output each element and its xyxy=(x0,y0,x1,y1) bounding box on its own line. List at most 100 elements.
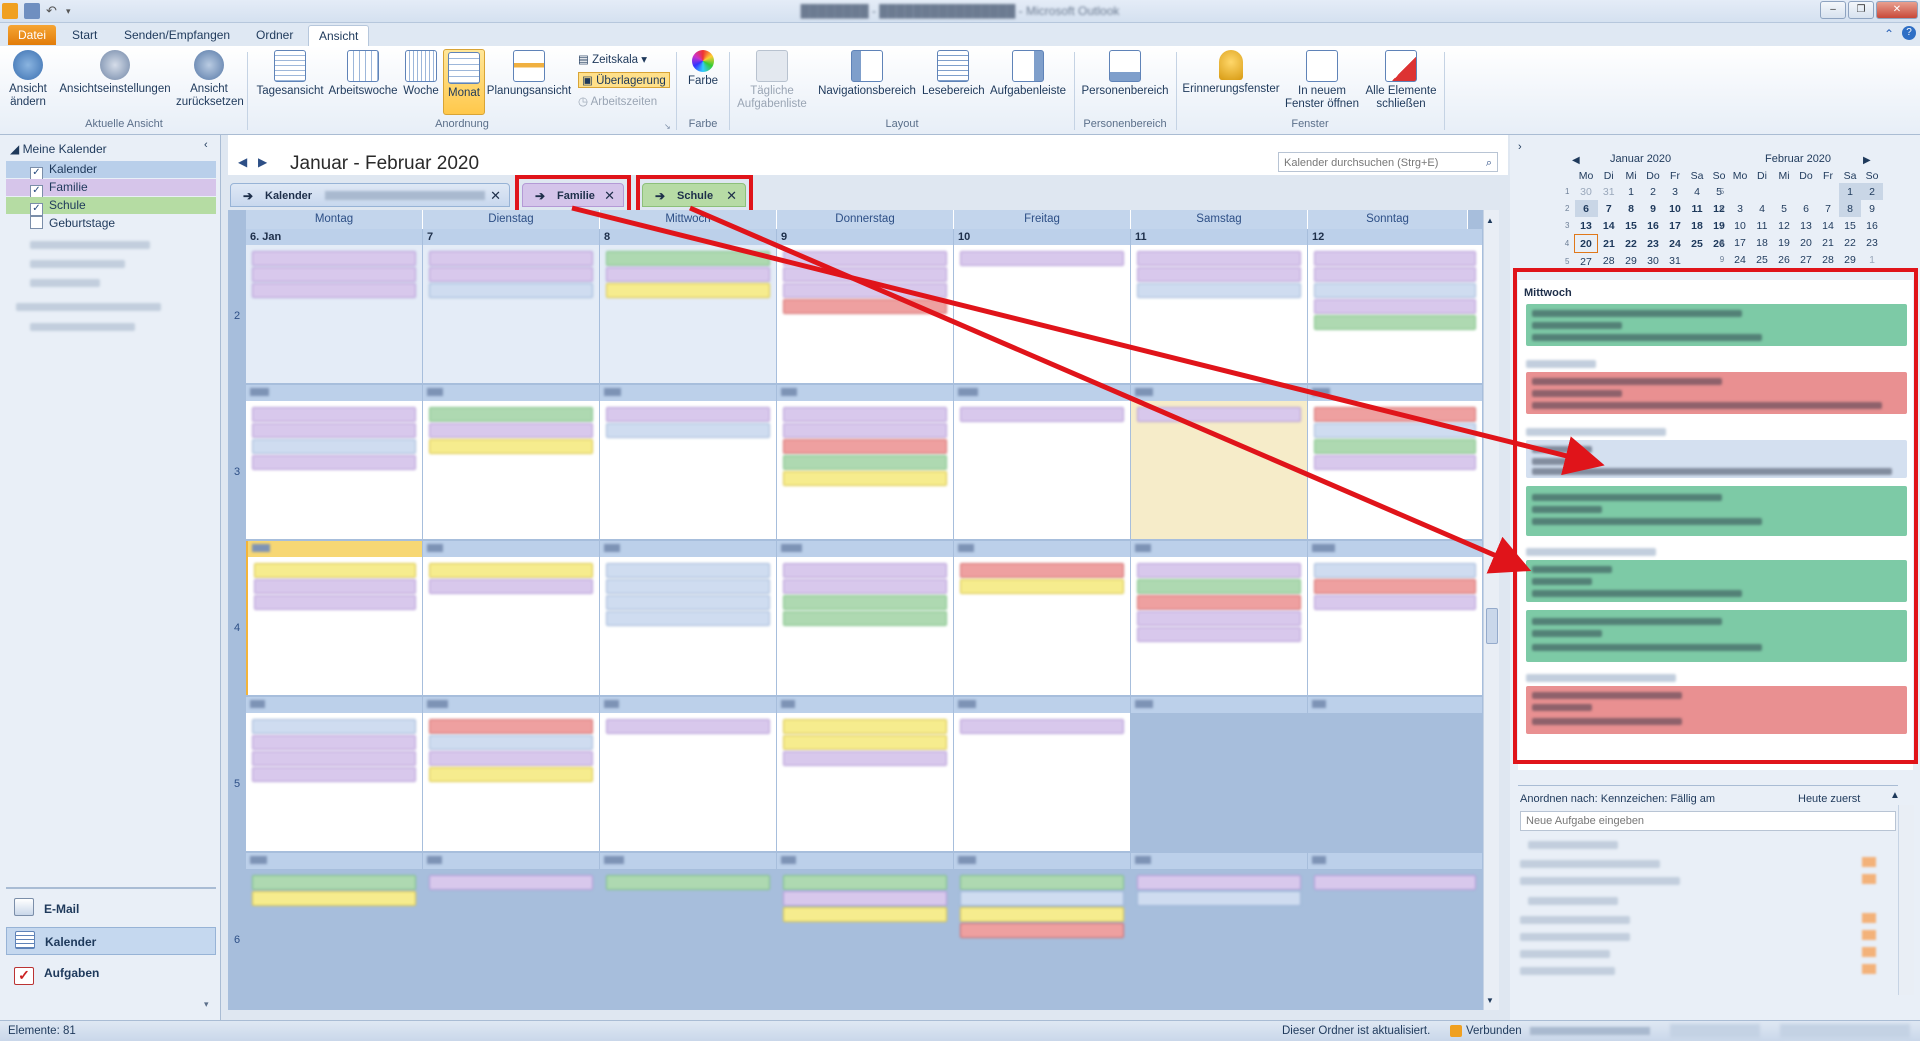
minical-day[interactable]: 25 xyxy=(1686,235,1708,253)
calendar-event[interactable] xyxy=(252,407,416,422)
calendar-item-schule[interactable]: ✓ Schule xyxy=(6,197,216,216)
calendar-event[interactable] xyxy=(429,735,593,750)
minical-day[interactable]: 29 xyxy=(1839,251,1861,268)
minical-day[interactable]: 4 xyxy=(1686,183,1708,200)
minical-day[interactable]: 9 xyxy=(1861,200,1883,217)
calendar-event[interactable] xyxy=(783,267,947,282)
flag-icon[interactable] xyxy=(1862,874,1876,884)
day-cell[interactable]: 12 xyxy=(1308,229,1483,383)
calendar-event[interactable] xyxy=(606,595,770,610)
monat-button[interactable]: Monat xyxy=(443,49,485,115)
calendar-search-input[interactable]: Kalender durchsuchen (Strg+E) ⌕ xyxy=(1278,152,1498,172)
day-cell[interactable] xyxy=(777,697,954,851)
scroll-down-icon[interactable]: ▼ xyxy=(1486,996,1494,1005)
minical-day[interactable]: 1 xyxy=(1620,183,1642,200)
alle-elemente-schliessen-button[interactable]: Alle Elemente schließen xyxy=(1364,50,1438,111)
calendar-event[interactable] xyxy=(429,875,593,890)
day-cell[interactable]: 10 xyxy=(954,229,1131,383)
day-cell[interactable] xyxy=(777,853,954,1007)
day-cell[interactable] xyxy=(600,385,777,539)
minimize-ribbon-icon[interactable]: ⌃ xyxy=(1884,27,1894,41)
minical-day[interactable]: 8 xyxy=(1620,200,1642,217)
tagesansicht-button[interactable]: Tagesansicht xyxy=(254,50,326,98)
navigationsbereich-button[interactable]: Navigationsbereich xyxy=(818,50,916,98)
planungsansicht-button[interactable]: Planungsansicht xyxy=(486,50,572,98)
calendar-event[interactable] xyxy=(1137,891,1301,906)
minical-day[interactable]: 28 xyxy=(1817,251,1839,268)
minical-day[interactable]: 5 xyxy=(1773,200,1795,217)
calendar-event[interactable] xyxy=(1137,611,1301,626)
day-cell[interactable] xyxy=(954,541,1131,695)
back-arrow-icon[interactable]: ◀ xyxy=(238,155,247,169)
new-task-input[interactable]: Neue Aufgabe eingeben xyxy=(1520,811,1896,831)
calendar-event[interactable] xyxy=(783,407,947,422)
minical-day[interactable]: 9 xyxy=(1642,200,1664,217)
minical-day[interactable]: 10 xyxy=(1729,217,1751,234)
calendar-event[interactable] xyxy=(783,579,947,594)
calendar-event[interactable] xyxy=(1314,283,1476,298)
minical-day[interactable] xyxy=(1751,183,1773,200)
calendar-event[interactable] xyxy=(1137,283,1301,298)
nav-splitter[interactable] xyxy=(6,887,216,889)
calendar-event[interactable] xyxy=(606,875,770,890)
minical-day[interactable]: 20 xyxy=(1574,234,1598,253)
configure-buttons-icon[interactable]: ▾ xyxy=(204,999,209,1010)
calendar-event[interactable] xyxy=(1137,267,1301,282)
close-tab-icon[interactable]: ✕ xyxy=(490,184,501,208)
day-cell[interactable] xyxy=(600,853,777,1007)
minical-day[interactable]: 14 xyxy=(1817,217,1839,234)
tab-ordner[interactable]: Ordner xyxy=(246,25,303,45)
calendar-event[interactable] xyxy=(783,751,947,766)
calendar-event[interactable] xyxy=(429,767,593,782)
day-cell[interactable] xyxy=(246,853,423,1007)
minical-day[interactable]: 1 xyxy=(1839,183,1861,200)
day-cell[interactable] xyxy=(777,385,954,539)
calendar-item-geburtstage[interactable]: Geburtstage xyxy=(30,215,115,232)
day-cell[interactable] xyxy=(423,541,600,695)
minical-day[interactable]: 23 xyxy=(1861,234,1883,251)
day-cell[interactable] xyxy=(246,385,423,539)
minical-day[interactable]: 13 xyxy=(1575,217,1598,235)
task-scrollbar[interactable] xyxy=(1898,805,1914,995)
calendar-event[interactable] xyxy=(1137,875,1301,890)
minical-day[interactable]: 15 xyxy=(1839,217,1861,234)
minical-day[interactable]: 13 xyxy=(1795,217,1817,234)
day-cell[interactable] xyxy=(1131,853,1308,1007)
calendar-event[interactable] xyxy=(606,719,770,734)
minical-day[interactable]: 2 xyxy=(1861,183,1883,200)
calendar-item-familie[interactable]: ✓ Familie xyxy=(6,179,216,198)
calendar-event[interactable] xyxy=(429,267,593,282)
calendar-event[interactable] xyxy=(1314,579,1476,594)
calendar-event[interactable] xyxy=(429,719,593,734)
minical-day[interactable]: 7 xyxy=(1598,200,1621,217)
calendar-event[interactable] xyxy=(960,251,1124,266)
splitter[interactable] xyxy=(1518,785,1898,786)
calendar-event[interactable] xyxy=(960,719,1124,734)
day-cell[interactable] xyxy=(1308,697,1483,851)
day-cell[interactable] xyxy=(1131,385,1308,539)
calendar-event[interactable] xyxy=(1314,875,1476,890)
day-cell[interactable] xyxy=(246,541,423,695)
minical-day[interactable]: 20 xyxy=(1795,234,1817,251)
calendar-event[interactable] xyxy=(1314,251,1476,266)
calendar-event[interactable] xyxy=(429,563,593,578)
maximize-button[interactable]: ❐ xyxy=(1848,1,1874,19)
erinnerungsfenster-button[interactable]: Erinnerungsfenster xyxy=(1180,50,1282,96)
day-cell[interactable]: 9 xyxy=(777,229,954,383)
calendar-event[interactable] xyxy=(1137,627,1301,642)
minical-day[interactable]: 8 xyxy=(1839,200,1861,217)
minical-day[interactable]: 23 xyxy=(1642,235,1664,253)
arbeitswoche-button[interactable]: Arbeitswoche xyxy=(328,50,398,98)
minical-day[interactable]: 3 xyxy=(1729,200,1751,217)
calendar-event[interactable] xyxy=(1314,455,1476,470)
minical-day[interactable]: 18 xyxy=(1751,234,1773,251)
search-icon[interactable]: ⌕ xyxy=(1486,153,1492,173)
overlay-arrow-icon[interactable]: ➔ xyxy=(243,184,253,208)
collapse-nav-icon[interactable]: ‹ xyxy=(204,139,208,151)
minical-day[interactable]: 17 xyxy=(1664,217,1686,235)
calendar-event[interactable] xyxy=(252,891,416,906)
minical-day[interactable]: 18 xyxy=(1686,217,1708,235)
flag-icon[interactable] xyxy=(1862,964,1876,974)
calendar-event[interactable] xyxy=(783,595,947,610)
calendar-event[interactable] xyxy=(960,563,1124,578)
